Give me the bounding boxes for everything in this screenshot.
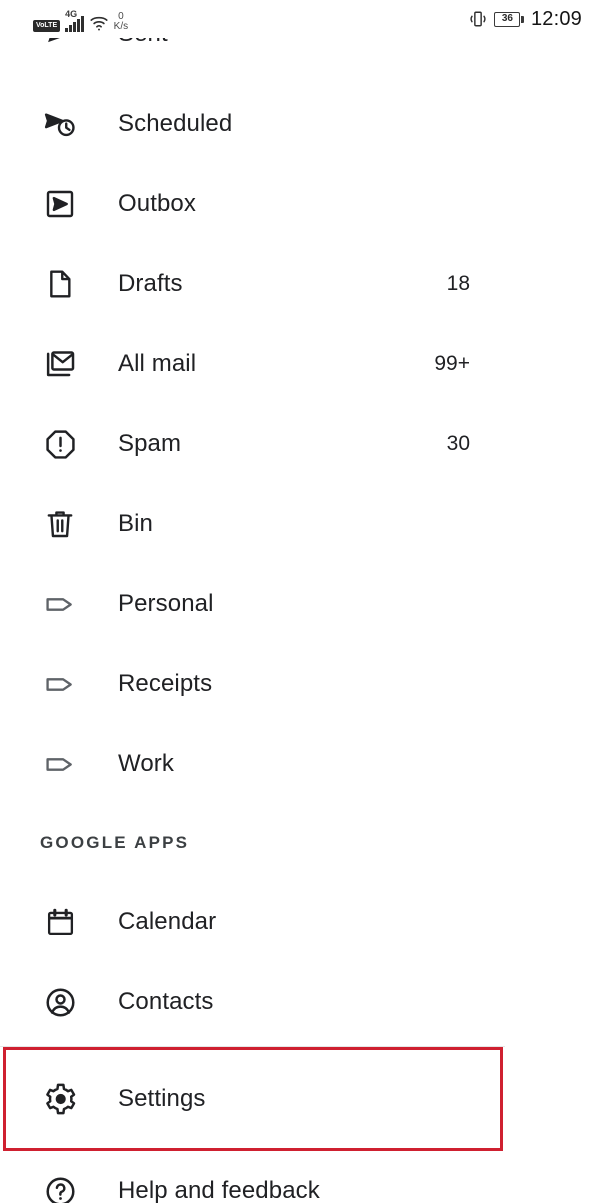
volte-icon: VoLTE bbox=[33, 20, 61, 32]
clock: 12:09 bbox=[530, 7, 582, 30]
drawer-scroll-area[interactable]: Sent Scheduled bbox=[0, 38, 505, 1203]
outbox-icon bbox=[38, 182, 82, 226]
drawer-item-calendar[interactable]: Calendar bbox=[0, 882, 505, 962]
drawer-item-label: Calendar bbox=[118, 908, 217, 935]
drawer-item-spam[interactable]: Spam 30 bbox=[0, 404, 505, 484]
data-rate-indicator: 0 K/s bbox=[114, 12, 128, 32]
drawer-item-count: 18 bbox=[446, 272, 470, 295]
drawer-item-label: Work bbox=[118, 750, 174, 777]
battery-body: 36 bbox=[494, 11, 521, 27]
battery-tip bbox=[521, 15, 524, 23]
all-mail-icon bbox=[38, 342, 82, 386]
drawer-item-label: Settings bbox=[118, 1085, 206, 1112]
drawer-item-count: 99+ bbox=[434, 352, 470, 375]
drawer-item-label: Personal bbox=[118, 590, 214, 617]
drawer-item-label: Drafts bbox=[118, 270, 183, 297]
drawer-item-drafts[interactable]: Drafts 18 bbox=[0, 244, 505, 324]
drawer-item-receipts[interactable]: Receipts bbox=[0, 644, 505, 724]
drawer-item-label: All mail bbox=[118, 350, 197, 377]
drawer-item-label: Outbox bbox=[118, 190, 196, 217]
drawer-item-all-mail[interactable]: All mail 99+ bbox=[0, 324, 505, 404]
status-bar-left: VoLTE 4G 0 K/s bbox=[33, 6, 128, 32]
mail-list-sliver[interactable]: :55 AM :46 AM 0:26 AM bbox=[505, 0, 600, 1203]
drawer-item-help-and-feedback[interactable]: Help and feedback bbox=[0, 1151, 505, 1203]
spam-icon bbox=[38, 422, 82, 466]
drawer-item-label: Receipts bbox=[118, 670, 213, 697]
navigation-drawer: Sent Scheduled bbox=[0, 0, 505, 1203]
calendar-icon bbox=[38, 900, 82, 944]
label-icon bbox=[38, 582, 82, 626]
drawer-item-bin[interactable]: Bin bbox=[0, 484, 505, 564]
drawer-item-label: Spam bbox=[118, 430, 182, 457]
status-bar-right: 36 12:09 bbox=[469, 6, 582, 32]
drawer-item-work[interactable]: Work bbox=[0, 724, 505, 804]
status-bar: VoLTE 4G 0 K/s 36 12:09 bbox=[0, 0, 600, 38]
network-type-label: 4G bbox=[65, 9, 78, 19]
drawer-item-count: 30 bbox=[446, 432, 470, 455]
gear-icon bbox=[38, 1077, 82, 1121]
signal-icon: 4G bbox=[65, 9, 84, 32]
section-header-google-apps: GOOGLE APPS bbox=[0, 804, 505, 882]
label-icon bbox=[38, 662, 82, 706]
drawer-item-label: Sent bbox=[118, 38, 168, 48]
drawer-item-label: Contacts bbox=[118, 988, 214, 1015]
drawer-item-label: Scheduled bbox=[118, 110, 233, 137]
vibrate-icon bbox=[469, 9, 487, 29]
wifi-icon bbox=[89, 14, 109, 32]
drawer-item-label: Bin bbox=[118, 510, 153, 537]
send-icon bbox=[38, 38, 82, 56]
drafts-icon bbox=[38, 262, 82, 306]
drawer-item-personal[interactable]: Personal bbox=[0, 564, 505, 644]
data-rate-unit: K/s bbox=[113, 21, 129, 32]
phone-screen: :55 AM :46 AM 0:26 AM bbox=[0, 0, 600, 1203]
drawer-item-label: Help and feedback bbox=[118, 1177, 320, 1203]
help-icon bbox=[38, 1169, 82, 1203]
drawer-item-scheduled[interactable]: Scheduled bbox=[0, 84, 505, 164]
battery-percent: 36 bbox=[501, 13, 513, 24]
scheduled-icon bbox=[38, 102, 82, 146]
drawer-item-contacts[interactable]: Contacts bbox=[0, 962, 505, 1042]
contacts-icon bbox=[38, 980, 82, 1024]
battery-indicator: 36 bbox=[494, 11, 524, 27]
label-icon bbox=[38, 742, 82, 786]
drawer-item-outbox[interactable]: Outbox bbox=[0, 164, 505, 244]
drawer-item-sent[interactable]: Sent bbox=[0, 38, 505, 74]
section-header-label: GOOGLE APPS bbox=[40, 833, 190, 852]
drawer-item-settings[interactable]: Settings bbox=[0, 1047, 505, 1151]
bin-icon bbox=[38, 502, 82, 546]
